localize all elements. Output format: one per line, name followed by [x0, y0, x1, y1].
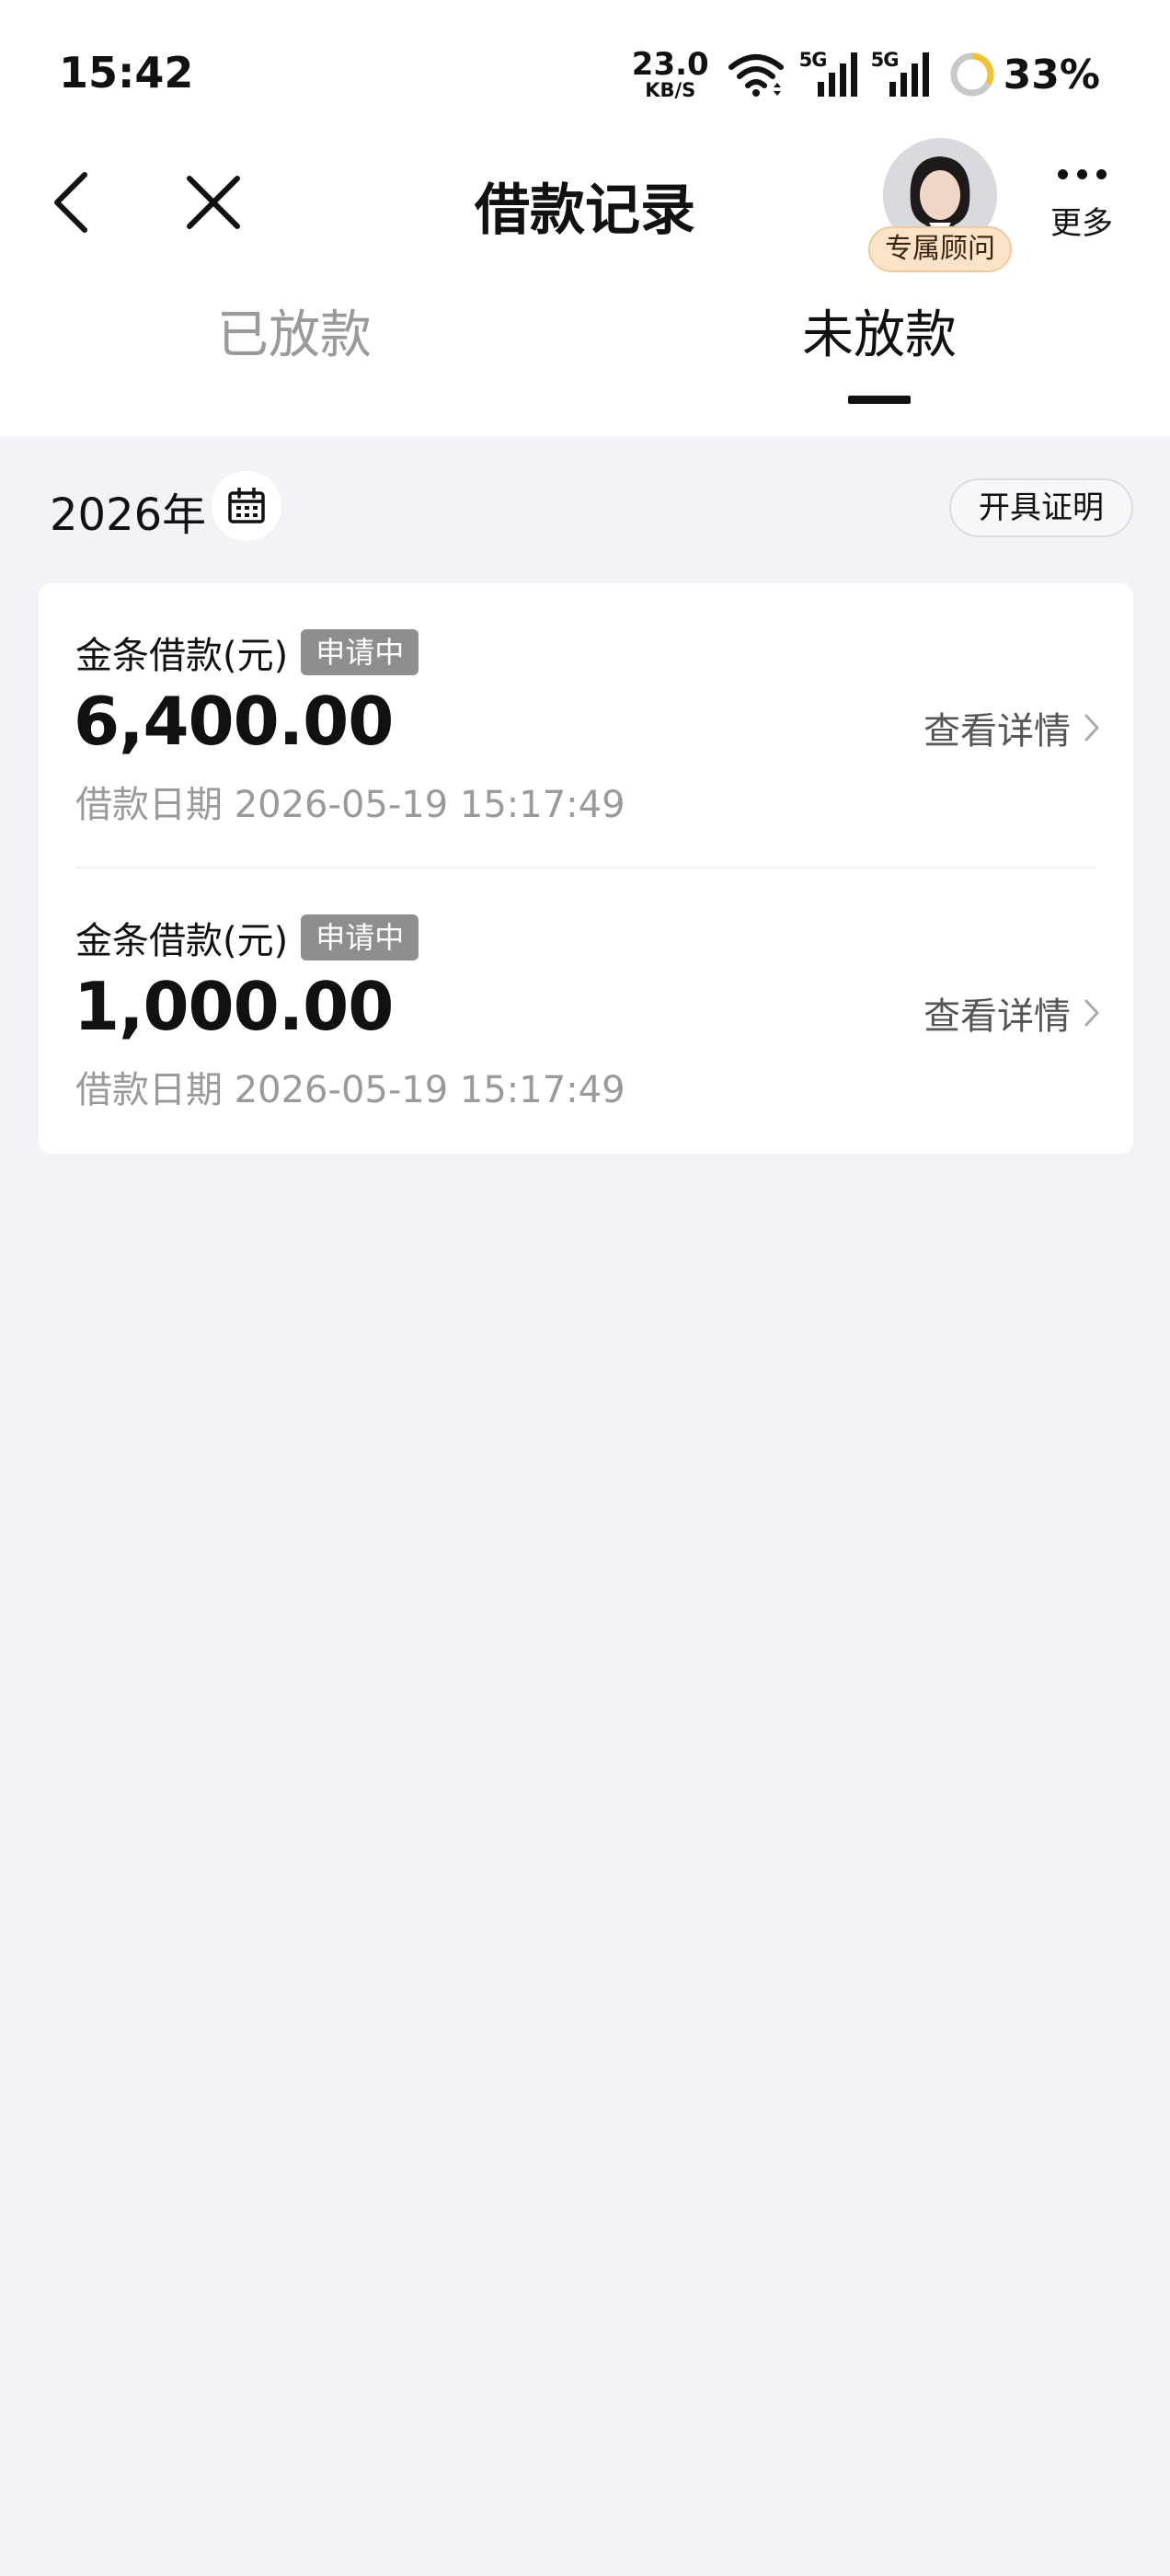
page-title: 借款记录	[475, 178, 695, 243]
status-indicators: 23.0 KB/S 5G 5G 33%	[632, 46, 1100, 103]
more-label: 更多	[1050, 205, 1113, 242]
calendar-icon	[228, 488, 265, 523]
record-type: 金条借款(元)	[75, 920, 289, 962]
tab-disbursed[interactable]: 已放款	[156, 304, 432, 414]
chevron-right-icon	[1084, 714, 1099, 742]
loan-record[interactable]: 金条借款(元) 申请中 1,000.00 借款日期 2026-05-19 15:…	[39, 868, 1133, 1154]
issue-certificate-button[interactable]: 开具证明	[949, 478, 1133, 537]
advisor-badge[interactable]: 专属顾问	[868, 226, 1012, 272]
status-bar: 15:42 23.0 KB/S 5G 5G 33%	[0, 0, 1170, 147]
active-tab-indicator	[848, 396, 911, 404]
status-badge: 申请中	[301, 629, 419, 675]
record-header: 金条借款(元) 申请中	[75, 911, 419, 964]
more-button[interactable]: 更多	[1039, 162, 1124, 263]
chevron-right-icon	[1084, 999, 1099, 1027]
view-details-label: 查看详情	[923, 995, 1071, 1038]
tab-not-disbursed[interactable]: 未放款	[741, 304, 1017, 414]
network-speed-unit: KB/S	[645, 79, 696, 101]
network-speed-value: 23.0	[631, 46, 709, 83]
record-amount: 6,400.00	[74, 683, 394, 760]
navigation-bar: 借款记录 专属顾问 更多	[0, 129, 1170, 276]
view-details-label: 查看详情	[923, 710, 1071, 753]
year-filter-row: 2026年 开具证明	[0, 467, 1170, 545]
record-amount: 1,000.00	[74, 968, 394, 1045]
back-icon[interactable]	[46, 169, 98, 236]
view-details-link[interactable]: 查看详情	[923, 986, 1100, 1040]
signal-1: 5G	[799, 49, 858, 98]
network-speed: 23.0 KB/S	[632, 49, 709, 100]
tab-not-disbursed-label: 未放款	[802, 305, 957, 365]
status-time: 15:42	[59, 48, 194, 98]
view-details-link[interactable]: 查看详情	[923, 701, 1100, 754]
loan-records-card: 金条借款(元) 申请中 6,400.00 借款日期 2026-05-19 15:…	[39, 583, 1133, 1154]
calendar-button[interactable]	[212, 471, 281, 541]
record-header: 金条借款(元) 申请中	[75, 626, 419, 679]
signal-bars-icon	[889, 52, 929, 97]
more-dots-icon	[1039, 169, 1124, 179]
close-icon[interactable]	[180, 169, 247, 236]
signal-2: 5G	[871, 49, 930, 98]
record-type: 金条借款(元)	[75, 635, 289, 677]
loan-record[interactable]: 金条借款(元) 申请中 6,400.00 借款日期 2026-05-19 15:…	[39, 583, 1133, 868]
advisor-button[interactable]: 专属顾问	[868, 138, 1012, 276]
tab-disbursed-label: 已放款	[217, 305, 372, 365]
record-date: 借款日期 2026-05-19 15:17:49	[75, 784, 625, 826]
record-date: 借款日期 2026-05-19 15:17:49	[75, 1069, 625, 1111]
status-badge: 申请中	[301, 914, 419, 960]
wifi-icon	[728, 54, 784, 97]
battery-percent: 33%	[1003, 51, 1100, 98]
tab-bar: 已放款 未放款	[0, 294, 1170, 414]
battery-ring-icon	[950, 52, 994, 97]
year-label: 2026年	[50, 489, 207, 541]
signal-bars-icon	[817, 52, 857, 97]
